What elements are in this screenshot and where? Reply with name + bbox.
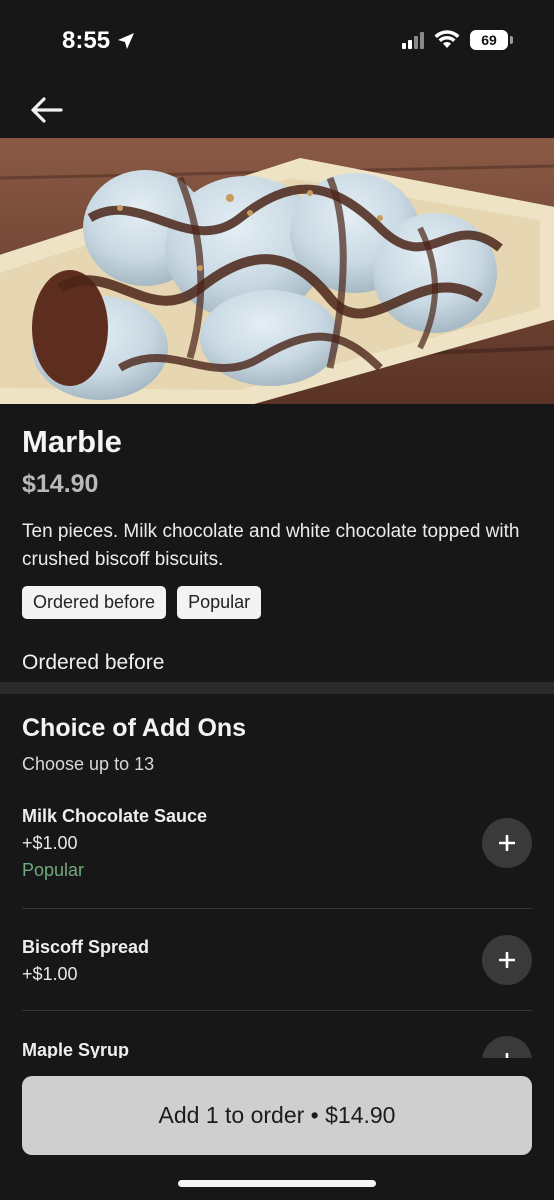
add-addon-button[interactable] [482,935,532,985]
back-button[interactable] [24,92,68,128]
addon-price: +$1.00 [22,964,78,984]
battery-indicator: 69 [470,30,513,50]
add-to-order-button[interactable]: Add 1 to order • $14.90 [22,1076,532,1155]
addon-name: Biscoff Spread [22,937,150,957]
status-indicators: 69 [402,30,513,50]
section-divider [0,682,554,694]
item-tags: Ordered before Popular [22,586,262,619]
ordered-before-note: Ordered before [22,651,165,674]
dessert-image [0,138,554,404]
wifi-icon [434,30,460,48]
tag-ordered-before: Ordered before [22,586,167,619]
back-arrow-icon [31,97,63,123]
addon-row[interactable]: Milk Chocolate Sauce +$1.00 Popular [22,806,532,886]
row-divider [22,1010,532,1011]
location-arrow-icon [118,33,135,49]
item-description: Ten pieces. Milk chocolate and white cho… [22,521,520,570]
status-time: 8:55 [62,27,136,55]
cellular-signal-icon [402,31,424,49]
status-bar: 8:55 69 [0,0,554,84]
battery-level: 69 [481,32,497,48]
item-title: Marble [22,424,122,459]
addon-popular-badge: Popular [22,860,85,880]
add-addon-button[interactable] [482,818,532,868]
item-photo [0,138,554,404]
addon-name: Milk Chocolate Sauce [22,806,208,826]
addons-title: Choice of Add Ons [22,714,247,742]
status-time-text: 8:55 [62,27,111,54]
item-price: $14.90 [22,470,99,498]
addon-price: +$1.00 [22,833,78,853]
row-divider [22,908,532,909]
addon-row[interactable]: Biscoff Spread +$1.00 [22,935,532,997]
plus-icon [499,952,515,968]
addons-subtitle: Choose up to 13 [22,754,155,774]
home-indicator [178,1180,376,1187]
plus-icon [499,835,515,851]
tag-popular: Popular [177,586,262,619]
